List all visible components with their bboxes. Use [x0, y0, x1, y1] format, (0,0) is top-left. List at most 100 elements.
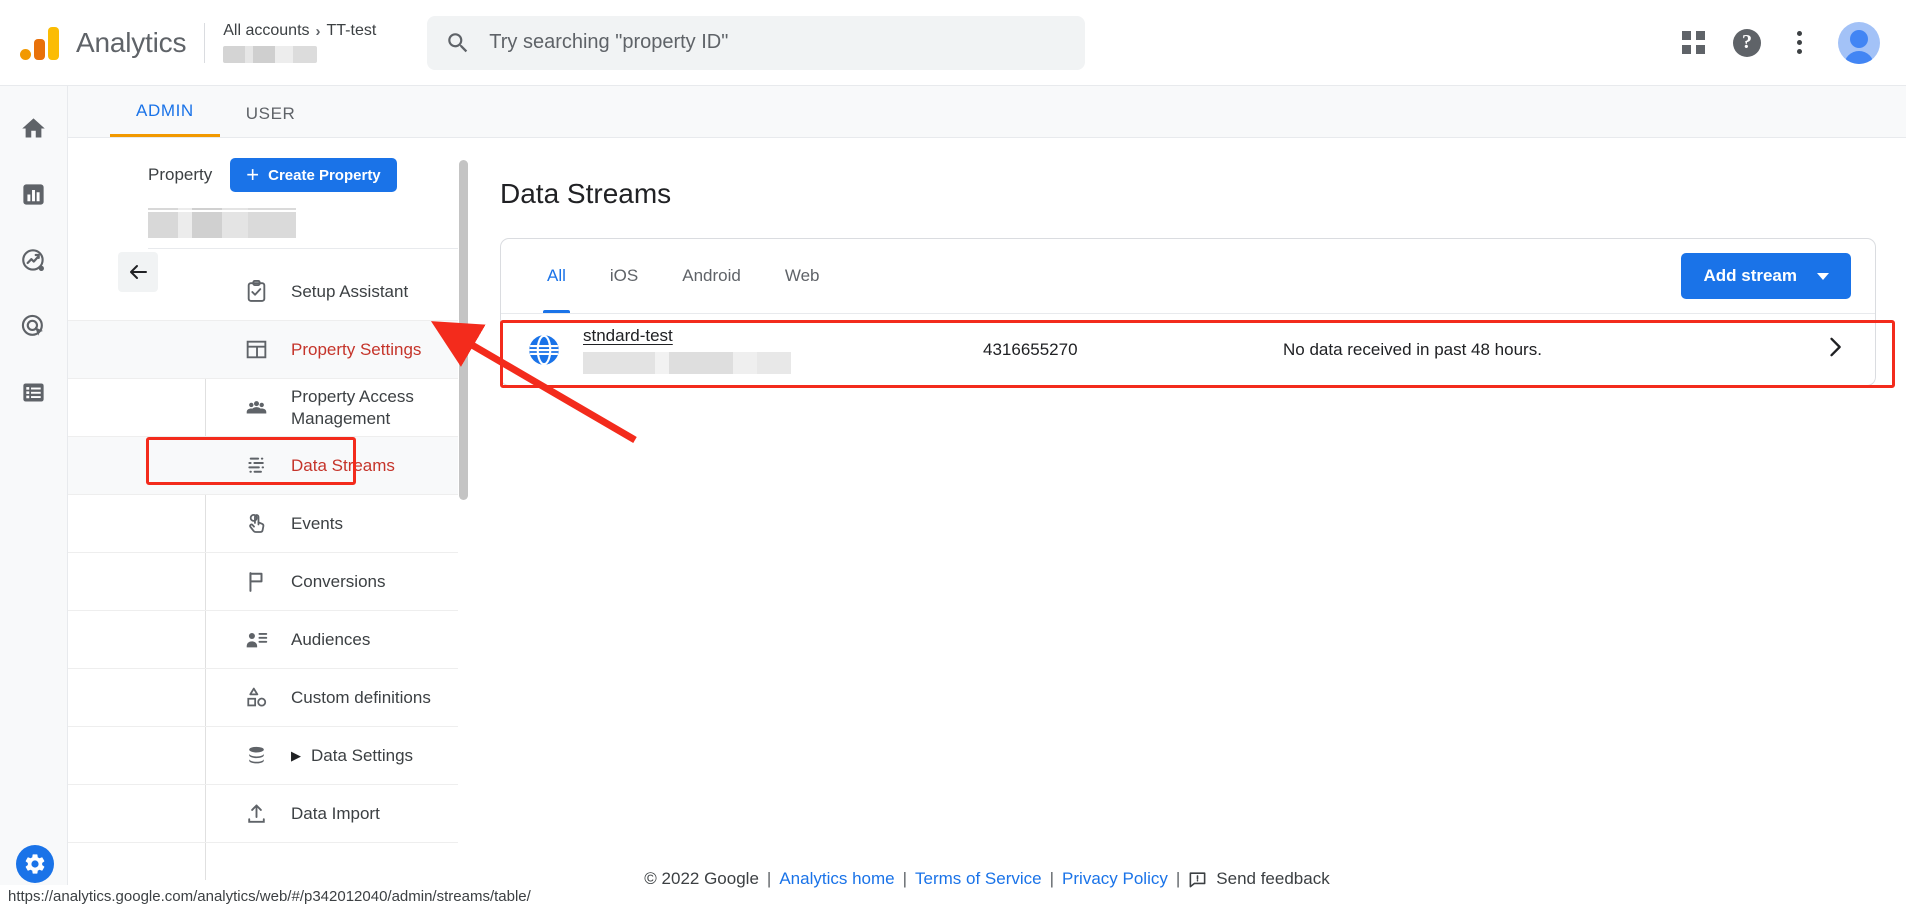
status-bar-url: https://analytics.google.com/analytics/w… [0, 885, 539, 907]
breadcrumb-root[interactable]: All accounts [223, 22, 309, 40]
footer-separator: | [1049, 869, 1055, 888]
breadcrumb[interactable]: All accounts › TT-test [223, 22, 393, 40]
sidebar-item-property-access-management[interactable]: Property Access Management [68, 379, 465, 437]
sidebar-item-data-settings[interactable]: ▶ Data Settings [68, 727, 465, 785]
property-section-label: Property [148, 165, 213, 184]
data-streams-card: All iOS Android Web Add stream stndard-t… [500, 238, 1876, 386]
sidebar-item-configure[interactable] [16, 374, 52, 410]
top-app-bar: Analytics All accounts › TT-test ? [0, 0, 1906, 86]
stream-status: No data received in past 48 hours. [1283, 339, 1542, 359]
add-stream-label: Add stream [1703, 266, 1797, 285]
footer-link-privacy-policy[interactable]: Privacy Policy [1062, 869, 1168, 889]
tab-ios[interactable]: iOS [588, 239, 660, 313]
help-question-icon[interactable]: ? [1733, 28, 1761, 57]
search-input[interactable] [489, 31, 1068, 54]
sidebar-item-data-streams[interactable]: Data Streams [68, 437, 465, 495]
brand-title: Analytics [76, 26, 187, 58]
apps-grid-icon[interactable] [1682, 31, 1705, 54]
list-icon [23, 383, 44, 401]
chevron-right-icon[interactable] [1821, 333, 1849, 366]
property-nav-column: Property + Create Property Setup Assista… [68, 138, 466, 880]
account-name-redacted [223, 46, 318, 63]
checklist-icon [243, 279, 269, 305]
sidebar-item-data-import[interactable]: Data Import [68, 785, 465, 843]
shapes-icon [243, 685, 269, 711]
sidebar-item-label: Custom definitions [291, 687, 431, 707]
tab-android[interactable]: Android [660, 239, 763, 313]
sidebar-item-advertising[interactable] [16, 308, 52, 344]
flag-icon [243, 569, 269, 595]
breadcrumb-current[interactable]: TT-test [327, 22, 377, 40]
database-icon [243, 743, 269, 769]
divider [204, 22, 206, 63]
streams-toolbar: All iOS Android Web Add stream [501, 239, 1875, 313]
user-avatar-icon[interactable] [1838, 21, 1880, 64]
stream-url-redacted [583, 351, 791, 374]
home-icon [22, 117, 45, 137]
property-name-redacted [148, 208, 296, 238]
footer-separator: | [902, 869, 908, 888]
divider [148, 248, 465, 249]
footer-link-terms-of-service[interactable]: Terms of Service [915, 869, 1042, 889]
property-nav-header: Property + Create Property [68, 138, 465, 192]
create-property-label: Create Property [268, 166, 381, 184]
explore-compass-icon [22, 248, 44, 271]
footer-copyright: © 2022 Google [644, 869, 759, 888]
arrow-left-icon [130, 265, 147, 279]
main-content: Data Streams All iOS Android Web Add str… [470, 138, 1906, 880]
sidebar-item-explore[interactable] [16, 242, 52, 278]
footer-link-analytics-home[interactable]: Analytics home [779, 869, 894, 889]
collapse-nav-button[interactable] [118, 252, 158, 292]
account-selector[interactable]: All accounts › TT-test [223, 22, 393, 63]
property-nav-list: Setup Assistant Property Settings Proper… [68, 263, 465, 843]
top-bar-actions: ? [1682, 21, 1880, 64]
advertising-target-icon [21, 314, 43, 336]
web-globe-icon [527, 333, 561, 367]
page-title: Data Streams [500, 178, 672, 209]
nav-scrollbar-thumb[interactable] [459, 160, 468, 500]
add-stream-button[interactable]: Add stream [1681, 253, 1851, 299]
sidebar-item-label: Data Settings [311, 745, 414, 765]
footer-separator: | [1175, 869, 1181, 888]
tab-web[interactable]: Web [763, 239, 842, 313]
layout-panel-icon [243, 337, 269, 363]
sidebar-item-custom-definitions[interactable]: Custom definitions [68, 669, 465, 727]
sidebar-item-label: Events [291, 513, 343, 533]
sidebar-item-label: Data Import [291, 803, 380, 823]
chevron-down-icon [1817, 272, 1829, 280]
sidebar-item-label: Data Streams [291, 455, 395, 475]
data-streams-icon [243, 453, 269, 479]
tab-user[interactable]: USER [220, 104, 322, 137]
upload-icon [243, 801, 269, 827]
people-icon [243, 395, 269, 421]
search-bar[interactable] [427, 15, 1086, 70]
table-row[interactable]: stndard-test 4316655270 No data received… [501, 313, 1875, 385]
plus-icon: + [246, 162, 260, 187]
analytics-logo-icon [18, 20, 64, 66]
tab-all[interactable]: All [525, 239, 588, 313]
tab-admin[interactable]: ADMIN [110, 101, 220, 137]
stream-type-tabs: All iOS Android Web [525, 239, 842, 313]
left-nav-rail [0, 86, 68, 907]
chevron-right-icon[interactable]: ▶ [291, 748, 301, 764]
send-feedback-button[interactable]: Send feedback [1188, 869, 1330, 889]
sidebar-item-conversions[interactable]: Conversions [68, 553, 465, 611]
sidebar-item-label: Setup Assistant [291, 281, 409, 301]
sidebar-item-events[interactable]: Events [68, 495, 465, 553]
search-icon [445, 30, 471, 56]
admin-user-tabs: ADMIN USER [68, 86, 1906, 138]
feedback-icon [1188, 870, 1207, 889]
stream-name[interactable]: stndard-test [583, 326, 983, 346]
stream-id: 4316655270 [983, 339, 1078, 359]
breadcrumb-separator-icon: › [315, 22, 321, 40]
more-vertical-icon[interactable] [1789, 28, 1810, 57]
tap-finger-icon [243, 511, 269, 537]
gear-icon[interactable] [16, 845, 54, 883]
sidebar-item-home[interactable] [16, 110, 52, 146]
sidebar-item-reports[interactable] [16, 176, 52, 212]
create-property-button[interactable]: + Create Property [230, 158, 397, 192]
sidebar-item-property-settings[interactable]: Property Settings [68, 321, 465, 379]
help-glyph: ? [1733, 28, 1761, 57]
stream-name-block: stndard-test [583, 326, 983, 374]
sidebar-item-audiences[interactable]: Audiences [68, 611, 465, 669]
